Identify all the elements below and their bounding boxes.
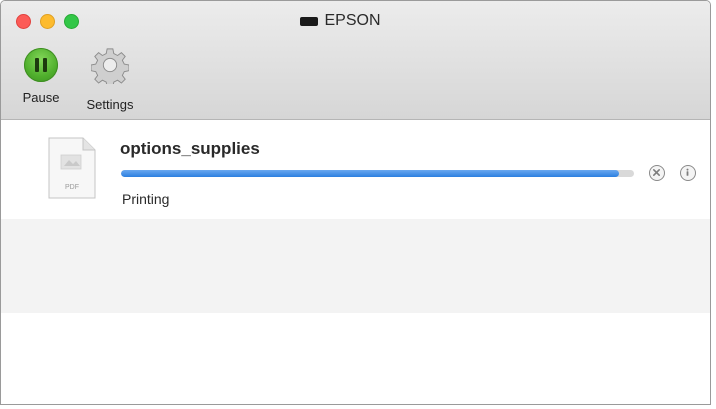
job-status: Printing [122, 191, 170, 207]
job-progress-bar [121, 170, 634, 177]
empty-job-row [1, 219, 710, 313]
gear-icon [90, 48, 130, 88]
pdf-document-icon: PDF [48, 137, 96, 199]
pause-label: Pause [22, 90, 60, 105]
info-icon [686, 168, 689, 176]
window-title: EPSON [1, 12, 710, 32]
title-bar: EPSON Pause Settings [1, 1, 710, 120]
cancel-icon [653, 169, 660, 176]
pause-icon [24, 48, 58, 82]
job-info-button[interactable] [680, 165, 696, 181]
job-progress-fill [121, 170, 619, 177]
pause-button[interactable]: Pause [15, 48, 67, 105]
print-job-row[interactable]: PDF options_supplies Printing [1, 120, 710, 219]
settings-button[interactable]: Settings [77, 48, 143, 112]
printer-icon [300, 16, 319, 26]
pdf-type-label: PDF [65, 184, 79, 191]
settings-label: Settings [86, 97, 134, 112]
cancel-job-button[interactable] [649, 165, 665, 181]
print-queue-window: EPSON Pause Settings PDF options_supplie… [0, 0, 711, 405]
job-name: options_supplies [120, 139, 260, 158]
window-title-text: EPSON [324, 12, 381, 29]
